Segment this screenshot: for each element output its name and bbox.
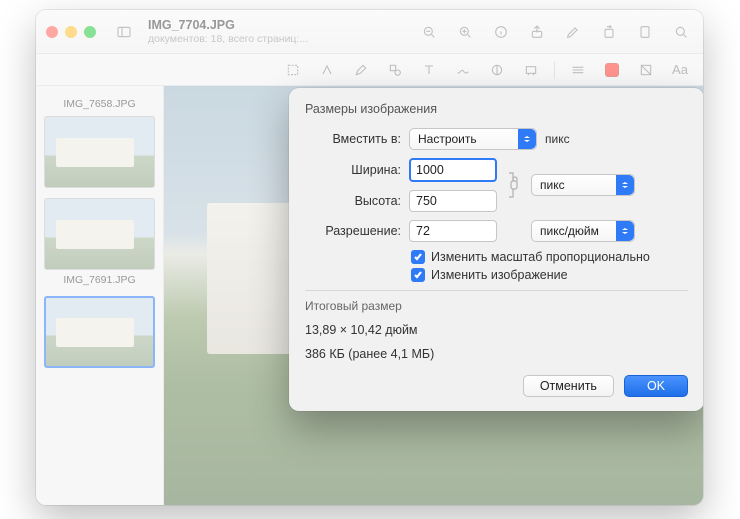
dimension-unit-select[interactable]: пикс: [531, 174, 635, 196]
share-button[interactable]: [525, 20, 549, 44]
border-color-icon[interactable]: [601, 59, 623, 81]
shapes-icon[interactable]: [384, 59, 406, 81]
chevron-updown-icon: [616, 221, 634, 241]
width-label: Ширина:: [305, 163, 401, 177]
adjust-color-icon[interactable]: [486, 59, 508, 81]
instant-alpha-icon[interactable]: [316, 59, 338, 81]
scale-proportionally-checkbox[interactable]: [411, 250, 425, 264]
result-title: Итоговый размер: [305, 299, 688, 313]
info-button[interactable]: [489, 20, 513, 44]
scale-proportionally-label: Изменить масштаб пропорционально: [431, 250, 650, 264]
width-input[interactable]: [409, 158, 497, 182]
fit-into-value: Настроить: [418, 132, 477, 146]
sign-icon[interactable]: [452, 59, 474, 81]
markup-toolbar: Aa: [36, 54, 703, 86]
minimize-window-button[interactable]: [65, 26, 77, 38]
window-controls: [46, 26, 96, 38]
resolution-unit-value: пикс/дюйм: [540, 224, 599, 238]
window-title: IMG_7704.JPG документов: 18, всего стран…: [148, 18, 308, 44]
fit-into-label: Вместить в:: [305, 132, 401, 146]
resample-checkbox[interactable]: [411, 268, 425, 282]
thumbnail-item[interactable]: IMG_7658.JPG: [44, 98, 155, 188]
fit-into-select[interactable]: Настроить: [409, 128, 537, 150]
search-button[interactable]: [669, 20, 693, 44]
text-icon[interactable]: [418, 59, 440, 81]
zoom-out-button[interactable]: [417, 20, 441, 44]
rotate-button[interactable]: [597, 20, 621, 44]
image-size-dialog: Размеры изображения Вместить в: Настроит…: [289, 88, 703, 411]
fit-unit: пикс: [545, 132, 570, 146]
zoom-in-button[interactable]: [453, 20, 477, 44]
thumbnail-sidebar[interactable]: IMG_7658.JPG IMG_7691.JPG: [36, 86, 164, 505]
chevron-updown-icon: [616, 175, 634, 195]
crop-button[interactable]: [633, 20, 657, 44]
dimension-unit-value: пикс: [540, 178, 565, 192]
close-window-button[interactable]: [46, 26, 58, 38]
height-label: Высота:: [305, 194, 401, 208]
thumbnail-label: IMG_7658.JPG: [44, 98, 155, 110]
resolution-unit-select[interactable]: пикс/дюйм: [531, 220, 635, 242]
chevron-updown-icon: [518, 129, 536, 149]
thumbnail-item[interactable]: [44, 296, 155, 368]
selection-tool-icon[interactable]: [282, 59, 304, 81]
thumbnail-item[interactable]: IMG_7691.JPG: [44, 198, 155, 286]
text-style-icon[interactable]: Aa: [669, 59, 691, 81]
resolution-label: Разрешение:: [305, 224, 401, 238]
resample-label: Изменить изображение: [431, 268, 568, 282]
result-filesize: 386 КБ (ранее 4,1 МБ): [305, 347, 688, 361]
filename-label: IMG_7704.JPG: [148, 18, 308, 32]
dialog-title: Размеры изображения: [305, 102, 688, 116]
markup-button[interactable]: [561, 20, 585, 44]
zoom-window-button[interactable]: [84, 26, 96, 38]
line-style-icon[interactable]: [567, 59, 589, 81]
pencil-icon[interactable]: [350, 59, 372, 81]
titlebar: IMG_7704.JPG документов: 18, всего стран…: [36, 10, 703, 54]
subtitle-label: документов: 18, всего страниц:...: [148, 33, 308, 45]
lock-aspect-icon[interactable]: [507, 171, 521, 199]
thumbnail-label: IMG_7691.JPG: [44, 274, 155, 286]
cancel-button[interactable]: Отменить: [523, 375, 614, 397]
adjust-size-icon[interactable]: [520, 59, 542, 81]
fill-color-icon[interactable]: [635, 59, 657, 81]
ok-button[interactable]: OK: [624, 375, 688, 397]
height-input[interactable]: [409, 190, 497, 212]
resolution-input[interactable]: [409, 220, 497, 242]
sidebar-toggle-button[interactable]: [112, 20, 136, 44]
result-dimensions: 13,89 × 10,42 дюйм: [305, 323, 688, 337]
